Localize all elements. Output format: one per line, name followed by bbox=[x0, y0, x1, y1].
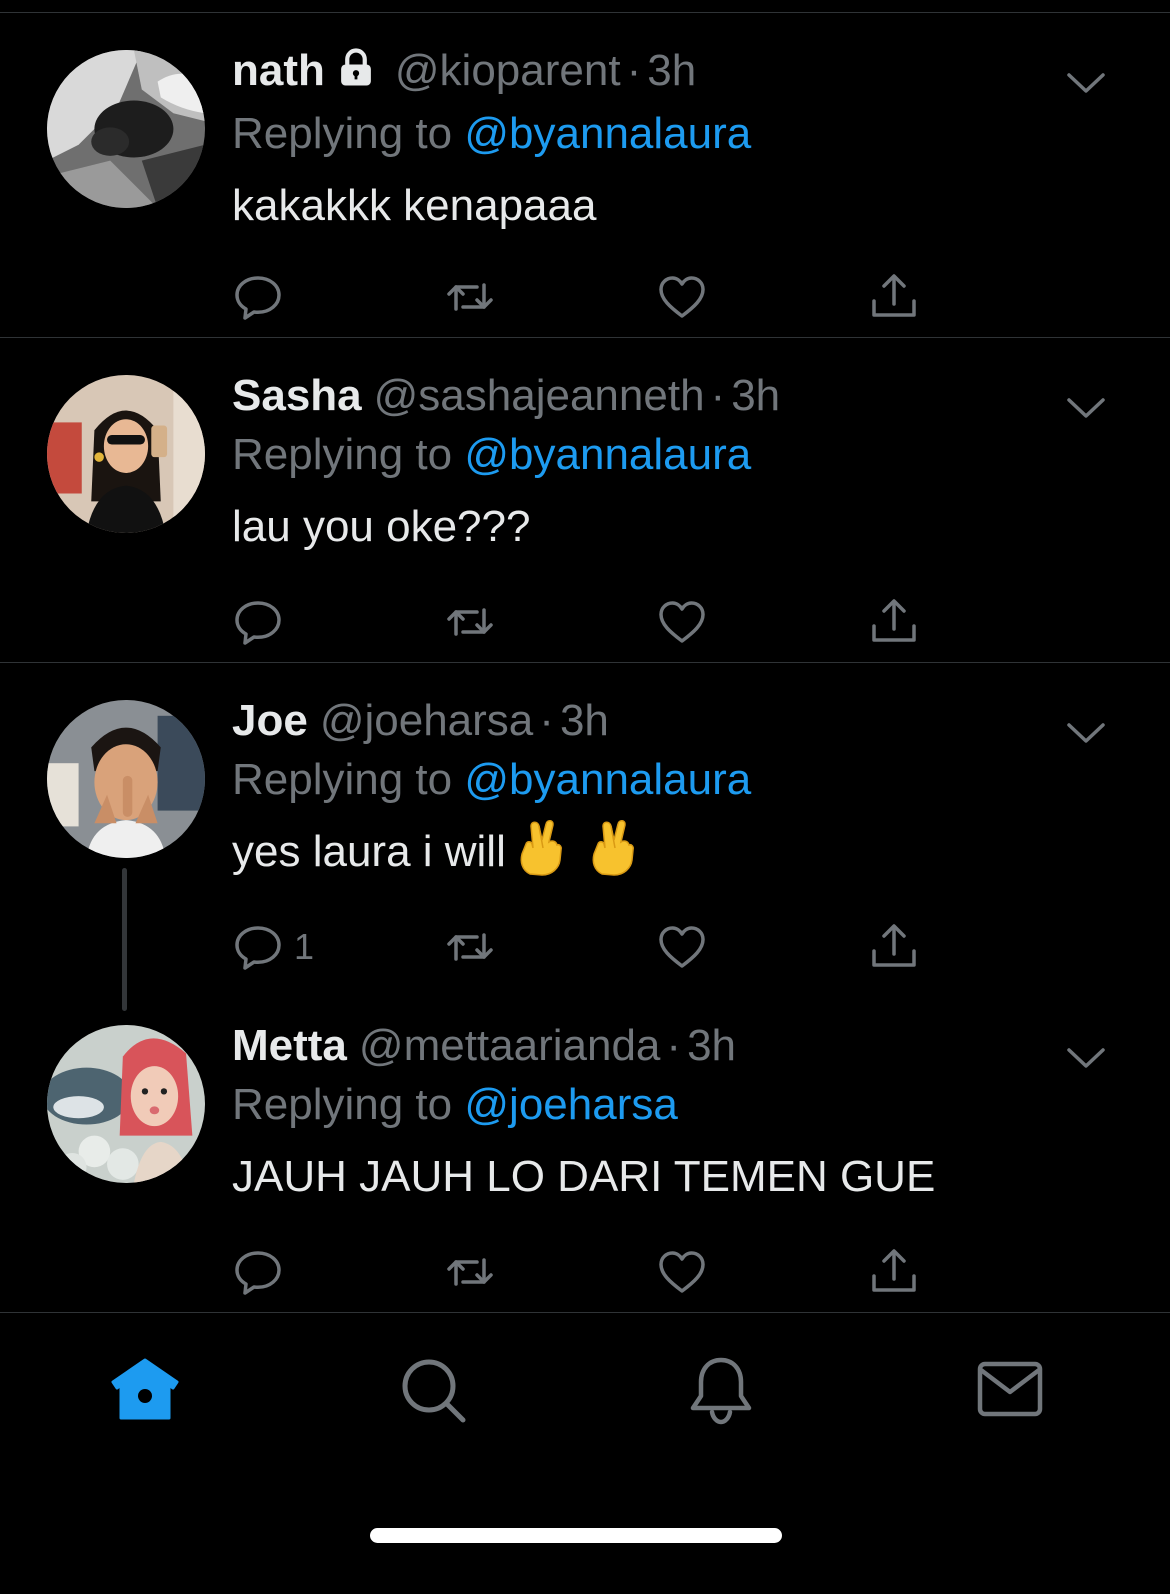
crossed-fingers-icon bbox=[516, 818, 566, 897]
avatar[interactable] bbox=[47, 700, 205, 858]
heart-icon bbox=[659, 601, 705, 643]
tweet-text: yes laura i will bbox=[232, 817, 1072, 897]
like-button[interactable] bbox=[656, 1246, 708, 1298]
handle[interactable]: @kioparent bbox=[395, 46, 621, 95]
tab-messages[interactable] bbox=[972, 1352, 1048, 1428]
mail-icon bbox=[977, 1361, 1043, 1417]
tweet-actions bbox=[232, 596, 952, 648]
tweet-card[interactable]: Joe @joeharsa · 3h Replying to @byannalaura… bbox=[0, 663, 1170, 988]
reply-button[interactable]: 1 bbox=[232, 921, 314, 973]
chevron-down-icon[interactable] bbox=[1066, 396, 1106, 420]
mention-link[interactable]: @joeharsa bbox=[464, 1080, 677, 1129]
tweet-card[interactable]: nath @kioparent · 3h Replying to @byannalau… bbox=[0, 13, 1170, 338]
reply-button[interactable] bbox=[232, 1246, 294, 1298]
chevron-down-icon[interactable] bbox=[1066, 71, 1106, 95]
timestamp[interactable]: 3h bbox=[560, 696, 609, 745]
timestamp[interactable]: 3h bbox=[687, 1021, 736, 1070]
tab-search[interactable] bbox=[395, 1352, 471, 1428]
timestamp[interactable]: 3h bbox=[647, 46, 696, 95]
share-icon bbox=[872, 599, 916, 642]
separator: · bbox=[539, 696, 554, 745]
retweet-icon bbox=[447, 933, 493, 961]
tweet-text: JAUH JAUH LO DARI TEMEN GUE bbox=[232, 1152, 936, 1201]
chevron-down-icon[interactable] bbox=[1066, 1046, 1106, 1070]
share-icon bbox=[872, 1249, 916, 1292]
reply-count: 1 bbox=[294, 926, 315, 967]
reply-button[interactable] bbox=[232, 271, 294, 323]
heart-icon bbox=[659, 276, 705, 318]
tweet-text: lau you oke??? bbox=[232, 502, 531, 551]
reply-icon bbox=[235, 601, 281, 645]
avatar[interactable] bbox=[47, 375, 205, 533]
crossed-fingers-icon bbox=[588, 818, 638, 897]
chevron-down-icon[interactable] bbox=[1066, 721, 1106, 745]
share-icon bbox=[872, 274, 916, 317]
replying-to: Replying to @byannalaura bbox=[232, 103, 1072, 165]
reply-button[interactable] bbox=[232, 596, 294, 648]
retweet-button[interactable] bbox=[444, 596, 496, 648]
replying-to: Replying to @byannalaura bbox=[232, 424, 1072, 486]
mention-link[interactable]: @byannalaura bbox=[464, 430, 751, 479]
reply-icon bbox=[235, 276, 281, 320]
separator: · bbox=[710, 371, 726, 420]
home-icon bbox=[111, 1358, 179, 1420]
tweet-actions: 1 bbox=[232, 921, 952, 973]
tweet-text: kakakkk kenapaaa bbox=[232, 181, 597, 230]
avatar[interactable] bbox=[47, 50, 205, 208]
tweet-card[interactable]: Sasha @sashajeanneth · 3h Replying to @byan… bbox=[0, 338, 1170, 663]
reply-icon bbox=[235, 926, 281, 970]
share-button[interactable] bbox=[868, 921, 920, 973]
home-indicator[interactable] bbox=[370, 1528, 782, 1543]
mention-link[interactable]: @byannalaura bbox=[464, 109, 751, 158]
replying-to: Replying to @byannalaura bbox=[232, 749, 1072, 811]
replying-prefix: Replying to bbox=[232, 1080, 453, 1129]
handle[interactable]: @joeharsa bbox=[320, 696, 533, 745]
avatar[interactable] bbox=[47, 1025, 205, 1183]
share-button[interactable] bbox=[868, 271, 920, 323]
retweet-icon bbox=[447, 1258, 493, 1286]
tab-home[interactable] bbox=[107, 1352, 183, 1428]
handle[interactable]: @sashajeanneth bbox=[374, 371, 705, 420]
replying-prefix: Replying to bbox=[232, 109, 453, 158]
replying-prefix: Replying to bbox=[232, 430, 453, 479]
retweet-icon bbox=[447, 608, 493, 636]
tweet-actions bbox=[232, 1246, 952, 1298]
like-button[interactable] bbox=[656, 921, 708, 973]
separator: · bbox=[626, 46, 642, 95]
retweet-button[interactable] bbox=[444, 1246, 496, 1298]
tweet-card[interactable]: Metta @mettaarianda · 3h Replying to @joeha… bbox=[0, 988, 1170, 1313]
retweet-button[interactable] bbox=[444, 921, 496, 973]
heart-icon bbox=[659, 926, 705, 968]
screen: nath @kioparent · 3h Replying to @byannalau… bbox=[0, 0, 1170, 1594]
search-icon bbox=[402, 1359, 466, 1423]
display-name[interactable]: Sasha bbox=[232, 371, 362, 420]
bottom-tab-bar bbox=[0, 1312, 1170, 1594]
share-icon bbox=[872, 924, 916, 967]
bell-icon bbox=[690, 1357, 752, 1425]
retweet-button[interactable] bbox=[444, 271, 496, 323]
like-button[interactable] bbox=[656, 596, 708, 648]
lock-icon bbox=[335, 47, 377, 103]
timestamp[interactable]: 3h bbox=[731, 371, 780, 420]
tweet-text-body: yes laura i will bbox=[232, 827, 506, 876]
display-name[interactable]: nath bbox=[232, 46, 325, 95]
tabbar-divider bbox=[0, 1312, 1170, 1313]
handle[interactable]: @mettaarianda bbox=[359, 1021, 661, 1070]
replying-prefix: Replying to bbox=[232, 755, 453, 804]
display-name[interactable]: Metta bbox=[232, 1021, 347, 1070]
share-button[interactable] bbox=[868, 1246, 920, 1298]
separator: · bbox=[666, 1021, 682, 1070]
reply-icon bbox=[235, 1251, 281, 1295]
retweet-icon bbox=[447, 283, 493, 311]
display-name[interactable]: Joe bbox=[232, 696, 308, 745]
heart-icon bbox=[659, 1251, 705, 1293]
like-button[interactable] bbox=[656, 271, 708, 323]
mention-link[interactable]: @byannalaura bbox=[464, 755, 751, 804]
tweet-actions bbox=[232, 271, 952, 323]
replying-to: Replying to @joeharsa bbox=[232, 1074, 1072, 1136]
share-button[interactable] bbox=[868, 596, 920, 648]
tab-notifications[interactable] bbox=[683, 1352, 759, 1428]
